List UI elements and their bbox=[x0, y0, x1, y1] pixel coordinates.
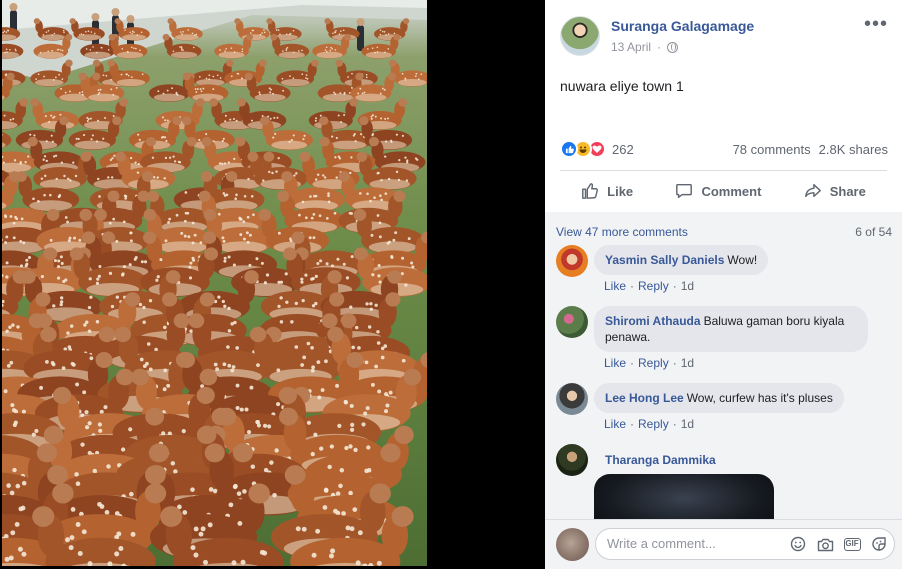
comments-count-link[interactable]: 78 comments bbox=[733, 142, 811, 157]
like-button[interactable]: Like bbox=[581, 182, 633, 200]
like-label: Like bbox=[607, 183, 634, 199]
commenter-avatar[interactable] bbox=[556, 306, 588, 338]
globe-icon[interactable] bbox=[667, 41, 679, 53]
comment-like-link[interactable]: Like bbox=[604, 279, 626, 293]
commenter-avatar[interactable] bbox=[556, 245, 588, 277]
share-icon bbox=[804, 183, 821, 198]
comment-like-link[interactable]: Like bbox=[604, 356, 626, 370]
comment-header: Tharanga Dammika bbox=[605, 453, 719, 467]
shares-count-link[interactable]: 2.8K shares bbox=[819, 142, 888, 157]
author-name[interactable]: Suranga Galagamage bbox=[611, 18, 754, 34]
post-side-panel: Suranga Galagamage 13 April · ••• nuwara… bbox=[545, 0, 902, 569]
comment-text: Wow, curfew has it's pluses bbox=[686, 391, 833, 405]
commenter-name[interactable]: Yasmin Sally Daniels bbox=[605, 253, 724, 267]
comment-reply-link[interactable]: Reply bbox=[638, 356, 669, 370]
comment-actions: Like · Reply · 1d bbox=[604, 279, 694, 293]
share-button[interactable]: Share bbox=[804, 182, 866, 200]
camera-icon[interactable] bbox=[816, 535, 834, 553]
photo-viewer bbox=[0, 0, 545, 569]
dot-separator: · bbox=[630, 356, 635, 370]
dot-separator: · bbox=[672, 279, 677, 293]
comment-time[interactable]: 1d bbox=[681, 279, 694, 293]
gif-icon[interactable]: GIF bbox=[843, 535, 861, 553]
comment-time[interactable]: 1d bbox=[681, 356, 694, 370]
comments-page-info: 6 of 54 bbox=[855, 225, 892, 239]
post-actions-bar: Like Comment Share bbox=[560, 174, 887, 208]
comment-bubble: Lee Hong Lee Wow, curfew has it's pluses bbox=[594, 383, 844, 413]
post-meta: 13 April · bbox=[611, 40, 679, 54]
commenter-name[interactable]: Shiromi Athauda bbox=[605, 314, 701, 328]
dot-separator: · bbox=[672, 417, 677, 431]
dot-separator: · bbox=[630, 279, 635, 293]
comments-section: View 47 more comments 6 of 54 Yasmin Sal… bbox=[545, 212, 902, 519]
commenter-avatar[interactable] bbox=[556, 444, 588, 476]
comment-reply-link[interactable]: Reply bbox=[638, 417, 669, 431]
comment-actions: Like · Reply · 1d bbox=[604, 356, 694, 370]
author-avatar[interactable] bbox=[560, 16, 600, 56]
sticker-icon[interactable] bbox=[870, 535, 888, 553]
reaction-count: 262 bbox=[612, 141, 634, 157]
commenter-name[interactable]: Tharanga Dammika bbox=[605, 453, 716, 467]
comment-actions: Like · Reply · 1d bbox=[604, 417, 694, 431]
dot-separator: · bbox=[672, 356, 677, 370]
post-caption: nuwara eliye town 1 bbox=[560, 78, 684, 94]
dot-separator: · bbox=[657, 40, 662, 54]
comment-icon bbox=[676, 183, 693, 199]
like-reaction-icon bbox=[560, 140, 578, 158]
comment-button[interactable]: Comment bbox=[675, 182, 761, 200]
comment-composer: Write a comment... GIF bbox=[545, 519, 902, 569]
comment-bubble: Shiromi Athauda Baluwa gaman boru kiyala … bbox=[594, 306, 868, 352]
commenter-avatar[interactable] bbox=[556, 383, 588, 415]
divider-top bbox=[560, 170, 887, 171]
engagement-counts: 78 comments 2.8K shares bbox=[733, 142, 888, 157]
comment-reply-link[interactable]: Reply bbox=[638, 279, 669, 293]
view-more-comments-link[interactable]: View 47 more comments bbox=[556, 225, 688, 239]
reactions-summary[interactable]: 262 bbox=[560, 140, 634, 158]
deer-herd-image bbox=[2, 0, 427, 566]
composer-tools: GIF bbox=[789, 535, 888, 553]
comment-label: Comment bbox=[701, 183, 762, 199]
share-label: Share bbox=[829, 183, 866, 199]
comment-media-attachment[interactable] bbox=[594, 474, 774, 519]
comment-bubble: Yasmin Sally Daniels Wow! bbox=[594, 245, 769, 275]
more-options-button[interactable]: ••• bbox=[864, 14, 888, 34]
current-user-avatar[interactable] bbox=[556, 528, 589, 561]
comment-time[interactable]: 1d bbox=[681, 417, 694, 431]
commenter-name[interactable]: Lee Hong Lee bbox=[605, 391, 684, 405]
comment-like-link[interactable]: Like bbox=[604, 417, 626, 431]
thumbs-up-icon bbox=[582, 183, 599, 199]
emoji-icon[interactable] bbox=[789, 535, 807, 553]
post-date[interactable]: 13 April bbox=[611, 40, 651, 54]
dot-separator: · bbox=[630, 417, 635, 431]
post-photo[interactable] bbox=[2, 0, 427, 566]
comment-text: Wow! bbox=[727, 253, 758, 267]
